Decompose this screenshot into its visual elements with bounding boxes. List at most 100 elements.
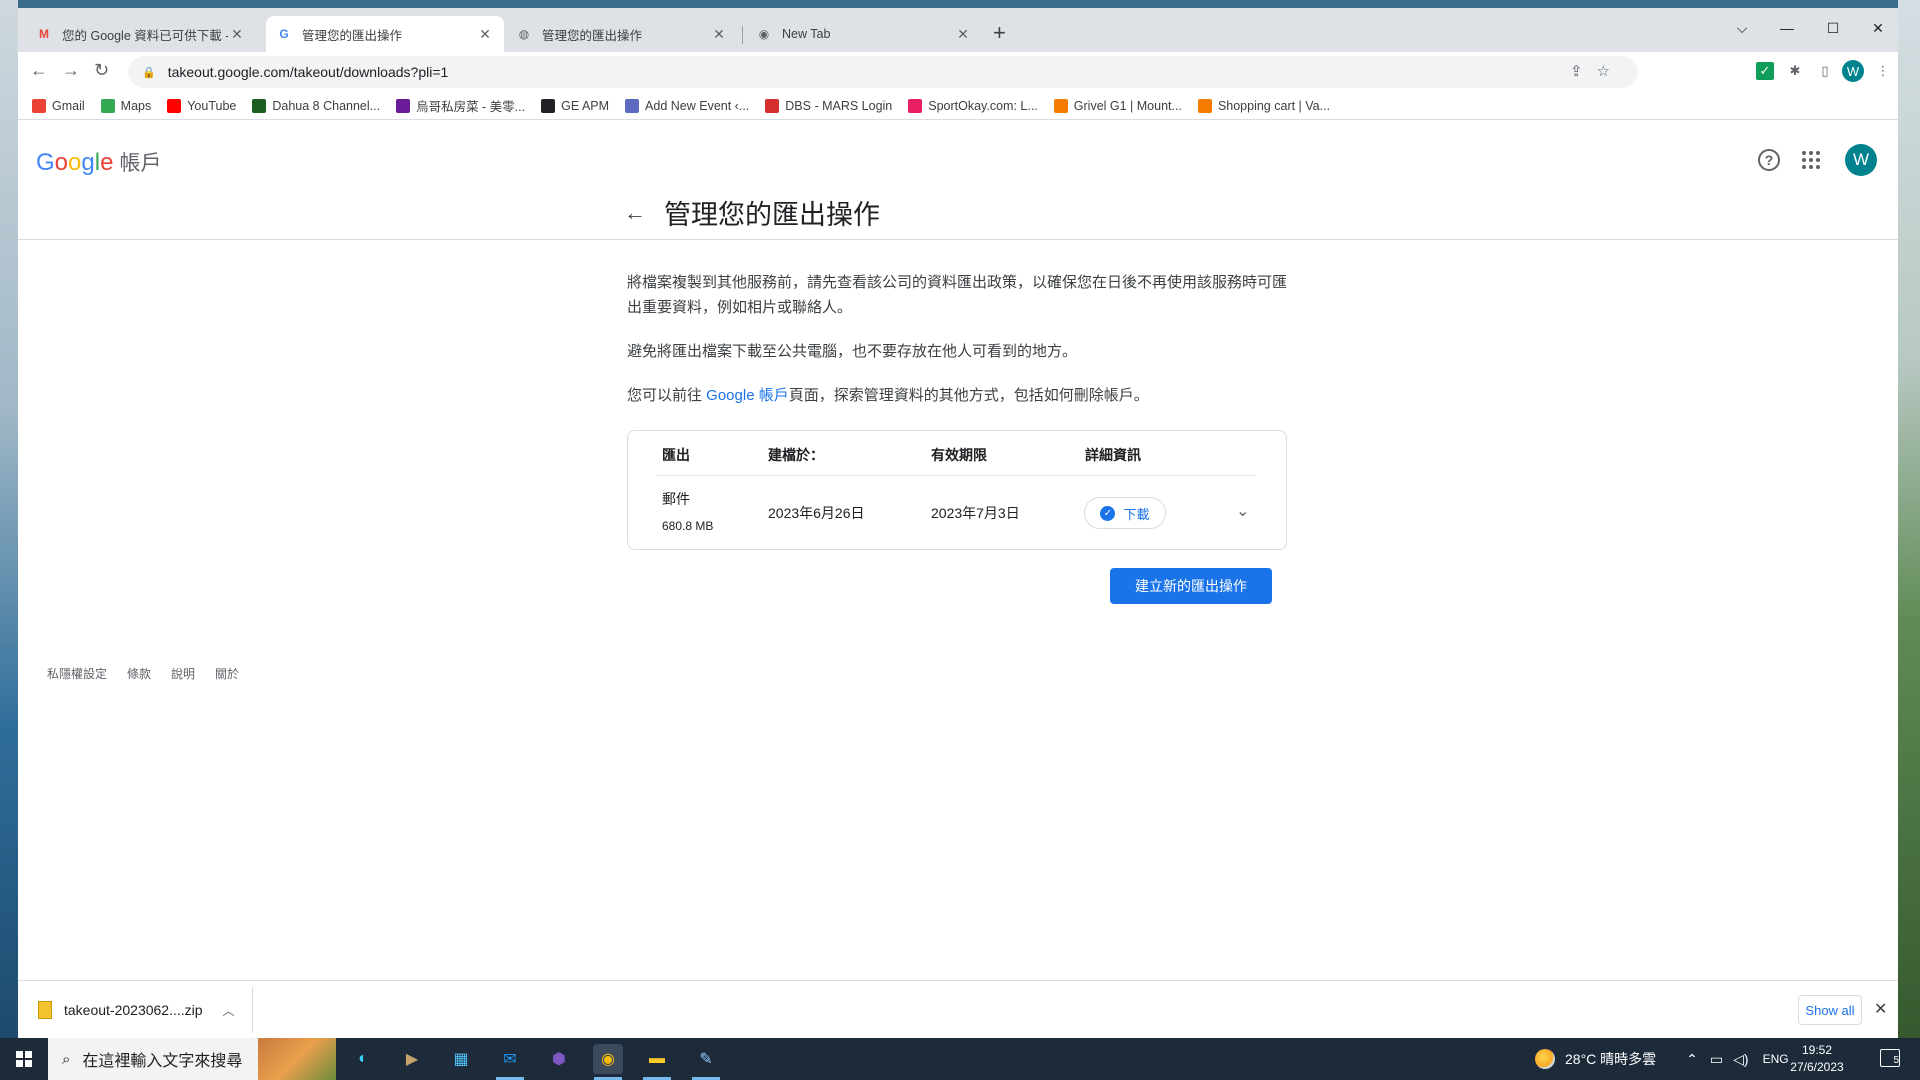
grivel-icon: [1053, 98, 1068, 113]
extensions-puzzle-icon[interactable]: ✱: [1786, 62, 1804, 80]
chrome-taskbar-icon[interactable]: ◉: [593, 1044, 623, 1074]
share-bookmark-icons[interactable]: ⇪☆: [1570, 62, 1624, 80]
gmail-icon: M: [39, 27, 49, 41]
maps-icon: [100, 98, 115, 113]
maximize-icon[interactable]: ☐: [1818, 20, 1848, 37]
account-avatar[interactable]: W: [1845, 144, 1877, 176]
menu-kebab-icon[interactable]: ⋮: [1874, 62, 1892, 80]
download-item[interactable]: takeout-2023062....zip ︿: [38, 994, 235, 1026]
paint-icon[interactable]: ✎: [691, 1044, 721, 1074]
brand-suffix: 帳戶: [119, 152, 162, 175]
cart-icon: [1197, 98, 1212, 113]
event-icon: [625, 98, 640, 113]
bookmark-item[interactable]: Shopping cart | Va...: [1197, 98, 1330, 113]
tab-new-tab[interactable]: ◉ New Tab ✕: [746, 16, 982, 52]
close-icon[interactable]: ✕: [476, 26, 494, 43]
bookmark-label: Maps: [120, 98, 152, 113]
apps-grid-icon[interactable]: [1802, 151, 1820, 169]
new-tab-plus-icon[interactable]: +: [993, 22, 1006, 44]
bookmark-item[interactable]: Gmail: [32, 98, 85, 113]
media-player-icon[interactable]: ▶: [397, 1044, 427, 1074]
globe-icon: ◍: [518, 27, 530, 41]
mail-icon[interactable]: ✉: [495, 1044, 525, 1074]
minimize-icon[interactable]: —: [1772, 20, 1802, 36]
dbs-icon: [765, 98, 780, 113]
forward-icon[interactable]: →: [62, 60, 80, 81]
footer-link-about[interactable]: 關於: [215, 665, 239, 682]
close-icon[interactable]: ✕: [710, 26, 728, 43]
store-icon[interactable]: ▦: [446, 1044, 476, 1074]
bookmark-label: Add New Event ‹...: [645, 98, 750, 113]
bookmark-item[interactable]: 烏哥私房菜 - 美零...: [396, 96, 525, 115]
takeout-page: Google 帳戶 ? W ← 管理您的匯出操作 將檔案複製到其他服務前，請先查…: [18, 120, 1898, 980]
notification-center-icon[interactable]: 5: [1880, 1049, 1900, 1067]
bookmark-item[interactable]: Maps: [100, 98, 152, 113]
network-icon[interactable]: ▭: [1710, 1051, 1723, 1068]
chevron-down-icon[interactable]: ⌄: [1236, 501, 1249, 521]
edge-icon[interactable]: ◐: [348, 1044, 378, 1074]
side-panel-icon[interactable]: ▯: [1816, 62, 1834, 80]
bookmark-label: Gmail: [52, 98, 85, 113]
close-shelf-icon[interactable]: ✕: [1874, 999, 1887, 1019]
shelf-separator: [252, 987, 253, 1033]
export-expiry-date: 2023年7月3日: [931, 505, 1020, 521]
google-account-logo[interactable]: Google 帳戶: [36, 147, 161, 177]
chevron-up-icon[interactable]: ︿: [223, 1002, 235, 1019]
app-hexagon-icon[interactable]: ⬢: [544, 1044, 574, 1074]
back-arrow-icon[interactable]: ←: [624, 200, 646, 226]
windows-start-icon[interactable]: [16, 1051, 32, 1067]
weather-icon: [1535, 1049, 1555, 1069]
bookmark-item[interactable]: DBS - MARS Login: [765, 98, 892, 113]
window-close-icon[interactable]: ✕: [1863, 20, 1893, 37]
tab-title: 您的 Google 資料已可供下載 - w: [62, 28, 228, 43]
address-bar[interactable]: 🔒 takeout.google.com/takeout/downloads?p…: [128, 56, 1638, 88]
browser-window: M 您的 Google 資料已可供下載 - w ✕ G 管理您的匯出操作 ✕ ◍…: [18, 8, 1898, 1038]
weather-widget[interactable]: 28°C 晴時多雲: [1535, 1049, 1656, 1069]
google-account-link[interactable]: Google 帳戶: [706, 387, 789, 404]
bookmark-label: Grivel G1 | Mount...: [1073, 98, 1182, 113]
table-divider: [656, 475, 1256, 476]
intro-text: 將檔案複製到其他服務前，請先查看該公司的資料匯出政策，以確保您在日後不再使用該服…: [627, 270, 1287, 427]
reload-icon[interactable]: ↻: [94, 60, 109, 81]
taskbar-search-box[interactable]: ⌕ 在這裡輸入文字來搜尋: [48, 1038, 336, 1080]
bookmark-label: SportOkay.com: L...: [928, 98, 1038, 113]
tab-title: 管理您的匯出操作: [302, 28, 403, 43]
bookmark-item[interactable]: Grivel G1 | Mount...: [1053, 98, 1182, 113]
clock-time: 19:52: [1801, 1043, 1833, 1057]
dahua-icon: [252, 98, 267, 113]
weather-text: 28°C 晴時多雲: [1565, 1051, 1657, 1067]
close-icon[interactable]: ✕: [954, 26, 972, 43]
bookmark-item[interactable]: YouTube: [167, 98, 236, 113]
extension-check-icon[interactable]: ✓: [1756, 62, 1774, 80]
taskbar-clock[interactable]: 19:52 27/6/2023: [1782, 1042, 1852, 1076]
footer-link-terms[interactable]: 條款: [127, 665, 151, 682]
footer-link-privacy[interactable]: 私隱權設定: [47, 665, 107, 682]
bookmark-label: GE APM: [561, 98, 610, 113]
tab-takeout-active[interactable]: G 管理您的匯出操作 ✕: [266, 16, 504, 52]
file-explorer-icon[interactable]: ▬: [642, 1044, 672, 1074]
create-new-export-button[interactable]: 建立新的匯出操作: [1110, 568, 1272, 604]
bookmark-item[interactable]: Add New Event ‹...: [625, 98, 750, 113]
profile-avatar[interactable]: W: [1842, 60, 1864, 82]
search-icon: ⌕: [62, 1050, 71, 1068]
footer-link-help[interactable]: 說明: [171, 665, 195, 682]
bookmark-item[interactable]: SportOkay.com: L...: [908, 98, 1038, 113]
tab-search-chevron-icon[interactable]: ⌵: [1727, 20, 1757, 37]
bookmark-label: Dahua 8 Channel...: [272, 98, 381, 113]
tray-chevron-up-icon[interactable]: ⌃: [1686, 1051, 1698, 1068]
windows-taskbar: ⌕ 在這裡輸入文字來搜尋 ◐ ▶ ▦ ✉ ⬢ ◉ ▬ ✎ 28°C 晴時多雲 ⌃…: [0, 1038, 1920, 1080]
tab-takeout-2[interactable]: ◍ 管理您的匯出操作 ✕: [506, 16, 738, 52]
bookmark-item[interactable]: Dahua 8 Channel...: [252, 98, 381, 113]
bookmark-item[interactable]: GE APM: [541, 98, 610, 113]
tab-gmail[interactable]: M 您的 Google 資料已可供下載 - w ✕: [26, 16, 256, 52]
lock-icon[interactable]: 🔒: [142, 66, 156, 79]
help-icon[interactable]: ?: [1758, 149, 1780, 171]
export-created-date: 2023年6月26日: [768, 505, 865, 521]
volume-icon[interactable]: ◁): [1733, 1051, 1748, 1068]
back-icon[interactable]: ←: [30, 60, 48, 81]
show-all-button[interactable]: Show all: [1798, 995, 1862, 1025]
check-circle-icon: ✓: [1100, 505, 1116, 521]
download-button[interactable]: ✓ 下載: [1084, 497, 1166, 529]
close-icon[interactable]: ✕: [228, 26, 246, 43]
intro-paragraph-3: 您可以前往 Google 帳戶頁面，探索管理資料的其他方式，包括如何刪除帳戶。: [627, 383, 1287, 408]
